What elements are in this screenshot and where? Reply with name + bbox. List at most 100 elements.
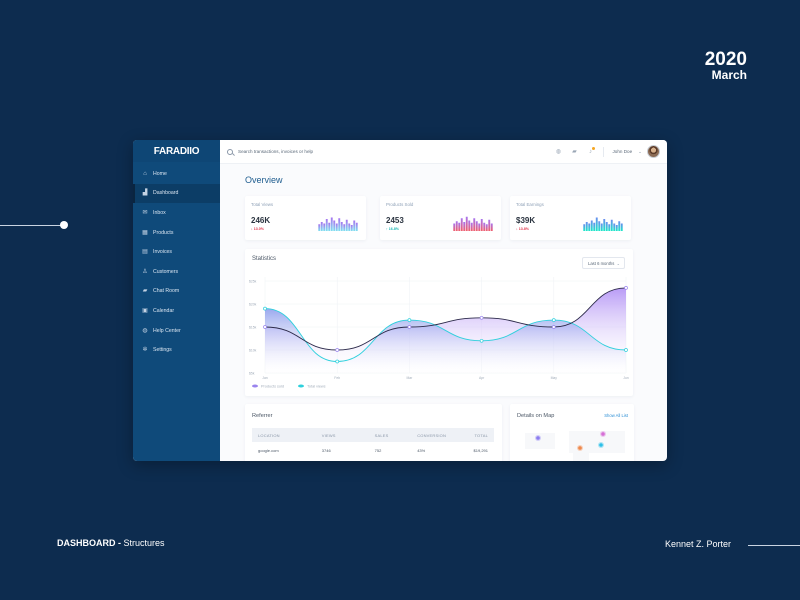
map-dot [587,437,589,439]
map-dot [579,443,581,445]
kpi-card-total-earnings[interactable]: Total Earnings $39K ↓ 13.8% [510,196,631,240]
map-dot [623,433,625,435]
map-dot [539,443,541,445]
map-dot [591,433,593,435]
map-dot [527,439,529,441]
kpi-bar [490,223,493,231]
chevron-down-icon[interactable]: ⌄ [638,149,642,155]
column-header[interactable]: VIEWS [291,428,355,442]
point-products-sold[interactable] [335,348,340,352]
logo[interactable]: FARADIIO [133,140,220,162]
column-header[interactable]: TOTAL [464,428,494,442]
map-dot [547,435,549,437]
map-dot [575,435,577,437]
sidebar-item-help-center[interactable]: ◍ Help Center [133,321,220,341]
map-dot [553,435,555,437]
point-total-views[interactable] [624,348,628,352]
table-cell: 43% [417,447,426,453]
map-dot [577,441,579,443]
map-dot [591,435,593,437]
map-dot [533,433,535,435]
legend-label[interactable]: Total views [307,384,326,388]
globe-icon[interactable]: ◍ [555,149,561,155]
kpi-card-products-sold[interactable]: Products Sold 2453 ↑ 16.8% [380,196,501,240]
map-dot [573,435,575,437]
table-row[interactable]: google.com 3746 752 43% $19,291 [252,442,494,458]
map-dot [587,447,589,449]
map-dot [575,433,577,435]
map-dot [595,431,597,433]
avatar[interactable] [647,145,660,158]
sidebar-item-calendar[interactable]: ▣ Calendar [133,301,220,321]
map-dot [595,443,597,445]
sidebar-item-invoices[interactable]: ▤ Invoices [133,242,220,262]
map-dot [585,453,587,455]
point-products-sold[interactable] [551,325,556,329]
kpi-card-total-views[interactable]: Total Views 246K ↓ 13.0% [245,196,366,240]
sidebar-item-customers[interactable]: ♙ Customers [133,262,220,282]
chat-icon[interactable]: ▰ [571,149,577,155]
bell-icon[interactable]: ♪ [587,146,596,155]
divider [603,146,605,157]
column-header[interactable]: CONVERSION [403,428,465,442]
point-products-sold[interactable] [263,325,267,329]
map-dot [593,443,595,445]
map-pin-asia[interactable] [601,432,605,436]
column-header[interactable]: LOCATION [252,428,292,442]
map-pin-east-asia[interactable] [599,443,603,447]
point-total-views[interactable] [551,318,556,322]
map-dot [587,435,589,437]
point-total-views[interactable] [263,306,267,311]
point-products-sold[interactable] [479,315,484,320]
sidebar-item-inbox[interactable]: ✉ Inbox [133,203,220,223]
kpi-bar [350,225,353,231]
map-dot [613,439,615,441]
map-dot [525,437,527,439]
main-content: Overview Total Views 246K ↓ 13.0% Products … [220,164,667,461]
search-input[interactable] [238,149,438,154]
kpi-value: 246K [251,216,271,225]
map-dot [575,453,577,455]
point-products-sold[interactable] [407,325,412,329]
map-dot [623,437,625,439]
map-dot [545,435,547,437]
kpi-bar [455,221,458,231]
map-dot [619,437,621,439]
table-header-row: LOCATION VIEWS SALES CONVERSION TOTAL [252,428,494,442]
map-dot [583,453,585,455]
products-icon: ▦ [142,229,148,236]
map-dot [599,439,601,441]
map-dot [599,431,601,433]
map-dot [545,441,547,443]
sidebar-item-products[interactable]: ▦ Products [133,223,220,243]
arrow-up-icon: ↑ [386,227,388,231]
user-name[interactable]: John Doe [612,149,632,154]
map-dot [573,441,575,443]
map-dot [613,445,615,447]
kpi-bar [600,223,603,231]
map-dot [579,437,581,439]
sidebar-item-chat-room[interactable]: ▰ Chat Room [133,282,220,302]
map-dot [577,443,579,445]
map-dot [609,443,611,445]
map-dot [553,437,555,439]
map-dot [569,437,571,439]
map-dot [541,445,543,447]
point-total-views[interactable] [407,318,412,322]
column-header[interactable]: SALES [354,428,404,442]
map-dot [601,449,603,451]
show-all-list-link[interactable]: Show All List [604,413,628,418]
sidebar-item-dashboard[interactable]: ▟ Dashboard [133,183,220,204]
map-dot [539,433,541,435]
point-total-views[interactable] [479,338,484,343]
map-dot [617,449,619,451]
sidebar-item-settings[interactable]: ✲ Settings [133,340,220,360]
point-total-views[interactable] [335,359,340,364]
map-dot [589,431,591,433]
map-dot [577,437,579,439]
map-pin-north-america[interactable] [536,436,540,440]
point-products-sold[interactable] [624,286,628,290]
legend-label[interactable]: Products sold [261,384,284,388]
map-pin-south-asia[interactable] [578,446,582,450]
sidebar-item-home[interactable]: ⌂ Home [133,164,220,184]
